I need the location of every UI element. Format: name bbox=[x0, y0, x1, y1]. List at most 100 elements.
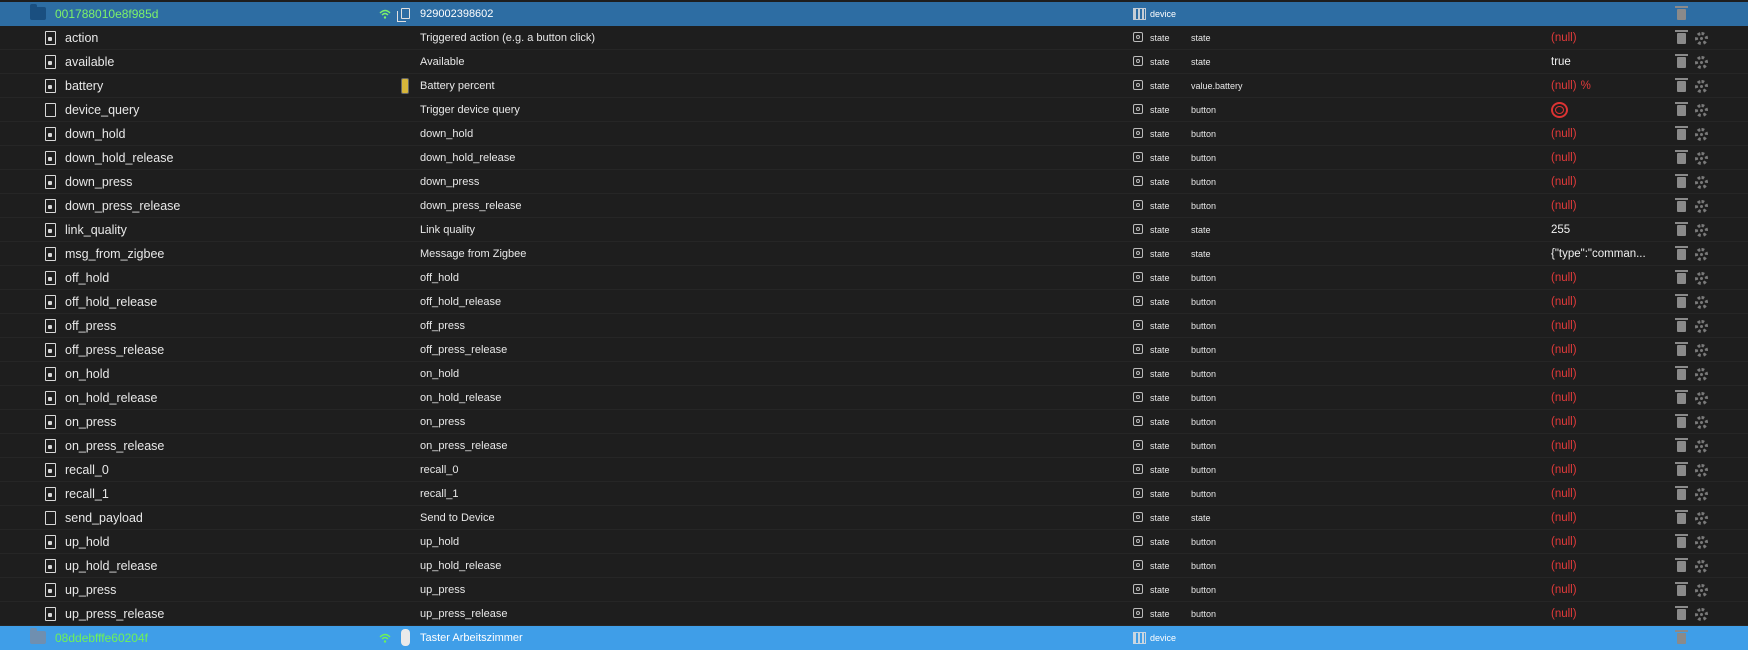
state-value[interactable]: (null) bbox=[1551, 290, 1577, 314]
gear-icon[interactable] bbox=[1695, 272, 1708, 285]
delete-icon[interactable] bbox=[1675, 558, 1688, 572]
state-row[interactable]: recall_0 recall_0 state button (null) bbox=[0, 458, 1748, 482]
gear-icon[interactable] bbox=[1695, 56, 1708, 69]
state-row[interactable]: up_press up_press state button (null) bbox=[0, 578, 1748, 602]
device-row[interactable]: 08ddebfffe60204f Taster Arbeitszimmer de… bbox=[0, 626, 1748, 650]
gear-icon[interactable] bbox=[1695, 296, 1708, 309]
gear-icon[interactable] bbox=[1695, 560, 1708, 573]
delete-icon[interactable] bbox=[1675, 462, 1688, 476]
state-row[interactable]: battery Battery percent state value.battery… bbox=[0, 74, 1748, 98]
delete-icon[interactable] bbox=[1675, 486, 1688, 500]
delete-icon[interactable] bbox=[1675, 6, 1688, 20]
state-value[interactable]: (null) bbox=[1551, 362, 1577, 386]
gear-icon[interactable] bbox=[1695, 584, 1708, 597]
state-row[interactable]: on_press on_press state button (null) bbox=[0, 410, 1748, 434]
state-row[interactable]: msg_from_zigbee Message from Zigbee state s… bbox=[0, 242, 1748, 266]
state-value[interactable]: (null) bbox=[1551, 554, 1577, 578]
state-value[interactable]: (null) bbox=[1551, 482, 1577, 506]
gear-icon[interactable] bbox=[1695, 608, 1708, 621]
gear-icon[interactable] bbox=[1695, 536, 1708, 549]
state-value[interactable]: (null) bbox=[1551, 122, 1577, 146]
gear-icon[interactable] bbox=[1695, 152, 1708, 165]
state-value[interactable]: (null) bbox=[1551, 506, 1577, 530]
gear-icon[interactable] bbox=[1695, 464, 1708, 477]
button-trigger-icon[interactable] bbox=[1551, 102, 1568, 118]
delete-icon[interactable] bbox=[1675, 438, 1688, 452]
gear-icon[interactable] bbox=[1695, 368, 1708, 381]
delete-icon[interactable] bbox=[1675, 246, 1688, 260]
state-row[interactable]: down_hold_release down_hold_release state b… bbox=[0, 146, 1748, 170]
gear-icon[interactable] bbox=[1695, 80, 1708, 93]
delete-icon[interactable] bbox=[1675, 174, 1688, 188]
state-row[interactable]: down_hold down_hold state button (null) bbox=[0, 122, 1748, 146]
delete-icon[interactable] bbox=[1675, 582, 1688, 596]
gear-icon[interactable] bbox=[1695, 128, 1708, 141]
gear-icon[interactable] bbox=[1695, 488, 1708, 501]
device-row[interactable]: 001788010e8f985d 929002398602 device bbox=[0, 2, 1748, 26]
state-value[interactable]: (null) bbox=[1551, 194, 1577, 218]
gear-icon[interactable] bbox=[1695, 440, 1708, 453]
gear-icon[interactable] bbox=[1695, 512, 1708, 525]
state-row[interactable]: recall_1 recall_1 state button (null) bbox=[0, 482, 1748, 506]
state-row[interactable]: up_hold up_hold state button (null) bbox=[0, 530, 1748, 554]
state-row[interactable]: link_quality Link quality state state 255 bbox=[0, 218, 1748, 242]
state-row[interactable]: on_hold_release on_hold_release state butto… bbox=[0, 386, 1748, 410]
delete-icon[interactable] bbox=[1675, 54, 1688, 68]
state-row[interactable]: down_press_release down_press_release stat… bbox=[0, 194, 1748, 218]
folder-icon[interactable] bbox=[30, 628, 46, 644]
delete-icon[interactable] bbox=[1675, 390, 1688, 404]
delete-icon[interactable] bbox=[1675, 342, 1688, 356]
delete-icon[interactable] bbox=[1675, 510, 1688, 524]
delete-icon[interactable] bbox=[1675, 534, 1688, 548]
state-row[interactable]: on_hold on_hold state button (null) bbox=[0, 362, 1748, 386]
gear-icon[interactable] bbox=[1695, 32, 1708, 45]
state-value[interactable]: (null) bbox=[1551, 314, 1577, 338]
state-value[interactable]: (null) bbox=[1551, 338, 1577, 362]
gear-icon[interactable] bbox=[1695, 176, 1708, 189]
delete-icon[interactable] bbox=[1675, 414, 1688, 428]
state-value[interactable]: (null) bbox=[1551, 410, 1577, 434]
state-value[interactable]: {"type":"comman... bbox=[1551, 242, 1646, 266]
delete-icon[interactable] bbox=[1675, 606, 1688, 620]
state-row[interactable]: up_press_release up_press_release state but… bbox=[0, 602, 1748, 626]
delete-icon[interactable] bbox=[1675, 318, 1688, 332]
copy-icon[interactable] bbox=[397, 8, 410, 22]
delete-icon[interactable] bbox=[1675, 126, 1688, 140]
state-value[interactable]: (null) bbox=[1551, 146, 1577, 170]
delete-icon[interactable] bbox=[1675, 294, 1688, 308]
delete-icon[interactable] bbox=[1675, 630, 1688, 644]
state-value[interactable]: (null) bbox=[1551, 434, 1577, 458]
state-value[interactable]: (null) bbox=[1551, 266, 1577, 290]
gear-icon[interactable] bbox=[1695, 224, 1708, 237]
gear-icon[interactable] bbox=[1695, 248, 1708, 261]
gear-icon[interactable] bbox=[1695, 104, 1708, 117]
gear-icon[interactable] bbox=[1695, 320, 1708, 333]
state-value[interactable]: (null) bbox=[1551, 458, 1577, 482]
state-value[interactable]: (null) bbox=[1551, 530, 1577, 554]
state-row[interactable]: off_press_release off_press_release state b… bbox=[0, 338, 1748, 362]
gear-icon[interactable] bbox=[1695, 416, 1708, 429]
delete-icon[interactable] bbox=[1675, 198, 1688, 212]
state-row[interactable]: off_hold off_hold state button (null) bbox=[0, 266, 1748, 290]
state-value[interactable]: (null)% bbox=[1551, 74, 1591, 98]
state-value[interactable]: (null) bbox=[1551, 602, 1577, 626]
delete-icon[interactable] bbox=[1675, 102, 1688, 116]
folder-open-icon[interactable] bbox=[30, 4, 46, 20]
delete-icon[interactable] bbox=[1675, 78, 1688, 92]
state-value[interactable]: (null) bbox=[1551, 170, 1577, 194]
state-row[interactable]: off_press off_press state button (null) bbox=[0, 314, 1748, 338]
state-row[interactable]: up_hold_release up_hold_release state butto… bbox=[0, 554, 1748, 578]
state-row[interactable]: action Triggered action (e.g. a button cl… bbox=[0, 26, 1748, 50]
gear-icon[interactable] bbox=[1695, 200, 1708, 213]
delete-icon[interactable] bbox=[1675, 222, 1688, 236]
state-value[interactable]: true bbox=[1551, 50, 1571, 74]
state-row[interactable]: device_query Trigger device query state but… bbox=[0, 98, 1748, 122]
state-value[interactable]: (null) bbox=[1551, 26, 1577, 50]
state-value[interactable]: (null) bbox=[1551, 578, 1577, 602]
state-value[interactable]: (null) bbox=[1551, 386, 1577, 410]
delete-icon[interactable] bbox=[1675, 30, 1688, 44]
delete-icon[interactable] bbox=[1675, 366, 1688, 380]
state-row[interactable]: available Available state state true bbox=[0, 50, 1748, 74]
gear-icon[interactable] bbox=[1695, 344, 1708, 357]
gear-icon[interactable] bbox=[1695, 392, 1708, 405]
